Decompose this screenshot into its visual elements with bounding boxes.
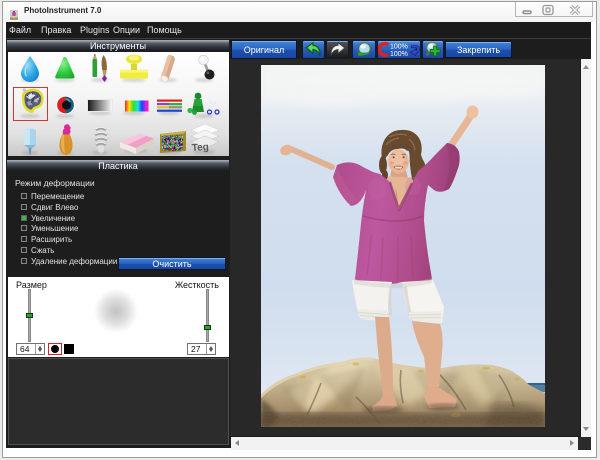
svg-text:100%: 100%: [390, 51, 408, 58]
svg-text:Teg: Teg: [191, 142, 209, 154]
svg-text:100%: 100%: [390, 43, 408, 50]
